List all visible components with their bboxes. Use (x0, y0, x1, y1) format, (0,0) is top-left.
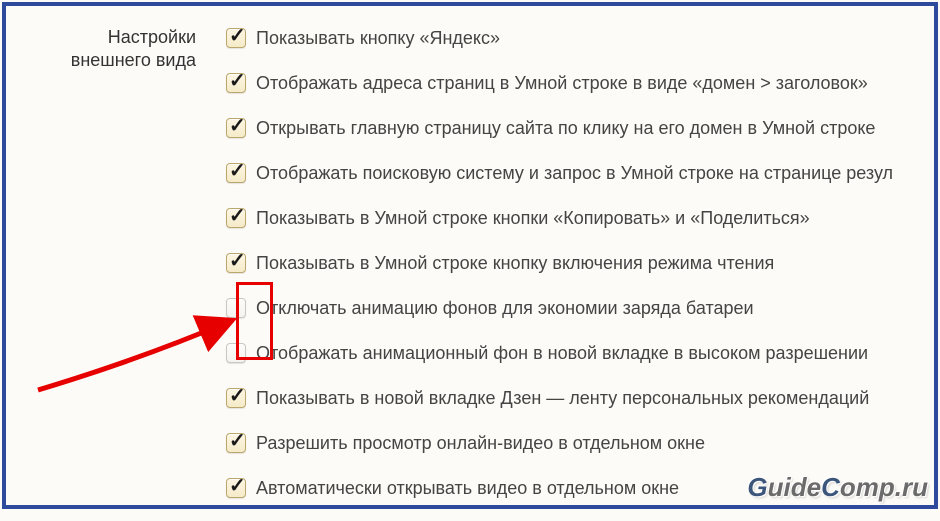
check-icon: ✓ (229, 71, 246, 91)
checkbox-zen-feed[interactable]: ✓ (226, 388, 246, 408)
option-row[interactable]: ✓ Показывать кнопку «Яндекс» (226, 26, 924, 50)
section-title: Настройки внешнего вида (26, 26, 226, 521)
check-icon: ✓ (229, 26, 246, 46)
option-row[interactable]: ✓ Показывать в Умной строке кнопку включ… (226, 251, 924, 275)
option-row[interactable]: Отображать анимационный фон в новой вкла… (226, 341, 924, 365)
checkbox-show-search-engine[interactable]: ✓ (226, 163, 246, 183)
checkbox-yandex-button[interactable]: ✓ (226, 28, 246, 48)
option-label: Отображать адреса страниц в Умной строке… (256, 73, 868, 94)
option-row[interactable]: ✓ Показывать в Умной строке кнопки «Копи… (226, 206, 924, 230)
option-row[interactable]: ✓ Отображать поисковую систему и запрос … (226, 161, 924, 185)
option-label: Отключать анимацию фонов для экономии за… (256, 298, 754, 319)
checkbox-reading-mode[interactable]: ✓ (226, 253, 246, 273)
option-label: Отображать анимационный фон в новой вкла… (256, 343, 868, 364)
option-label: Показывать в Умной строке кнопку включен… (256, 253, 774, 274)
check-icon: ✓ (229, 161, 246, 181)
option-row[interactable]: ✓ Разрешить просмотр онлайн-видео в отде… (226, 431, 924, 455)
option-label: Автоматически открывать видео в отдельно… (256, 478, 679, 499)
checkbox-animated-bg-highres[interactable] (226, 343, 246, 363)
check-icon: ✓ (229, 431, 246, 451)
option-row[interactable]: ✓ Отображать адреса страниц в Умной стро… (226, 71, 924, 95)
options-list: ✓ Показывать кнопку «Яндекс» ✓ Отображат… (226, 26, 934, 521)
option-label: Разрешить просмотр онлайн-видео в отдель… (256, 433, 705, 454)
option-label: Показывать в Умной строке кнопки «Копиро… (256, 208, 810, 229)
option-label: Открывать главную страницу сайта по клик… (256, 118, 875, 139)
checkbox-address-format[interactable]: ✓ (226, 73, 246, 93)
check-icon: ✓ (229, 386, 246, 406)
checkbox-video-popup[interactable]: ✓ (226, 433, 246, 453)
option-row[interactable]: ✓ Открывать главную страницу сайта по кл… (226, 116, 924, 140)
check-icon: ✓ (229, 476, 246, 496)
option-row[interactable]: Отключать анимацию фонов для экономии за… (226, 296, 924, 320)
check-icon: ✓ (229, 116, 246, 136)
option-label: Показывать в новой вкладке Дзен — ленту … (256, 388, 869, 409)
option-label: Показывать кнопку «Яндекс» (256, 28, 500, 49)
option-row[interactable]: ✓ Показывать в новой вкладке Дзен — лент… (226, 386, 924, 410)
checkbox-copy-share-buttons[interactable]: ✓ (226, 208, 246, 228)
check-icon: ✓ (229, 206, 246, 226)
checkbox-disable-animation[interactable] (226, 298, 246, 318)
check-icon: ✓ (229, 251, 246, 271)
settings-panel: Настройки внешнего вида ✓ Показывать кно… (2, 2, 938, 509)
checkbox-open-main-page[interactable]: ✓ (226, 118, 246, 138)
watermark: GuideComp.ru (747, 472, 928, 503)
option-label: Отображать поисковую систему и запрос в … (256, 163, 893, 184)
checkbox-auto-video-popup[interactable]: ✓ (226, 478, 246, 498)
